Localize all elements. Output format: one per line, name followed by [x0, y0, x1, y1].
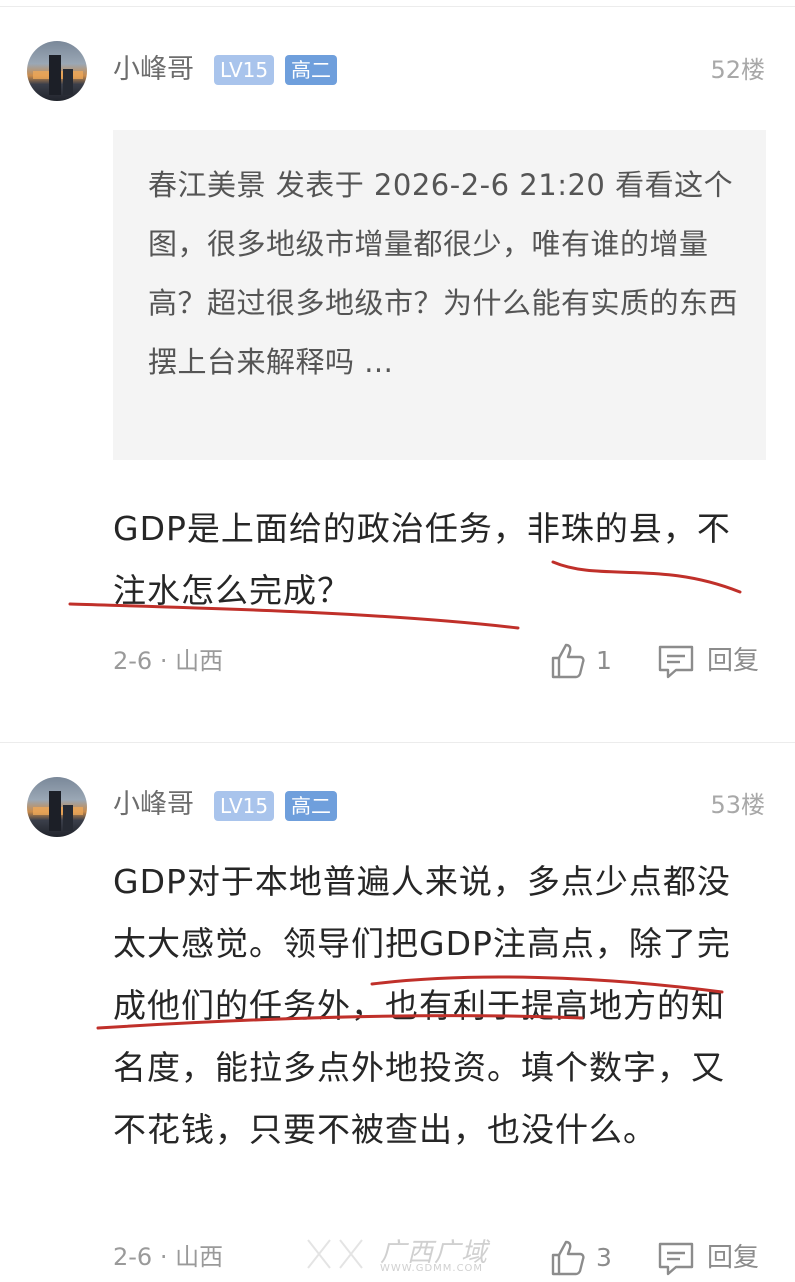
level-badge: LV15 — [214, 55, 275, 85]
reply-button[interactable] — [656, 641, 696, 681]
level-badge: LV15 — [214, 791, 275, 821]
watermark-url: WWW.GDMM.COM — [380, 1263, 484, 1274]
floor-number: 53楼 — [710, 791, 765, 819]
avatar[interactable] — [27, 41, 87, 101]
date-location: 2-6 · 山西 — [113, 647, 224, 675]
grade-badge: 高二 — [285, 791, 337, 821]
comment-body: GDP是上面给的政治任务，非珠的县，不注水怎么完成？ — [113, 509, 731, 610]
like-count: 3 — [596, 1243, 612, 1272]
reply-label[interactable]: 回复 — [707, 1238, 759, 1278]
username[interactable]: 小峰哥 — [113, 787, 194, 823]
avatar[interactable] — [27, 777, 87, 837]
comment-body: GDP对于本地普遍人来说，多点少点都没太大感觉。领导们把GDP注高点，除了完成他… — [113, 862, 731, 1149]
grade-badge: 高二 — [285, 55, 337, 85]
like-count: 1 — [596, 646, 612, 675]
comment-icon — [658, 645, 694, 679]
reply-label[interactable]: 回复 — [707, 641, 759, 681]
post-divider — [0, 742, 795, 743]
quoted-reply[interactable]: 春江美景 发表于 2026-2-6 21:20 看看这个图，很多地级市增量都很少… — [113, 130, 766, 460]
quote-text: 春江美景 发表于 2026-2-6 21:20 看看这个图，很多地级市增量都很少… — [148, 168, 739, 379]
reply-button[interactable] — [656, 1238, 696, 1278]
floor-number: 52楼 — [710, 56, 765, 84]
date-location: 2-6 · 山西 — [113, 1243, 224, 1271]
top-divider — [0, 6, 795, 7]
comment-icon — [658, 1242, 694, 1276]
thumbs-up-icon — [551, 643, 585, 679]
thumbs-up-icon — [551, 1240, 585, 1276]
username[interactable]: 小峰哥 — [113, 52, 194, 88]
